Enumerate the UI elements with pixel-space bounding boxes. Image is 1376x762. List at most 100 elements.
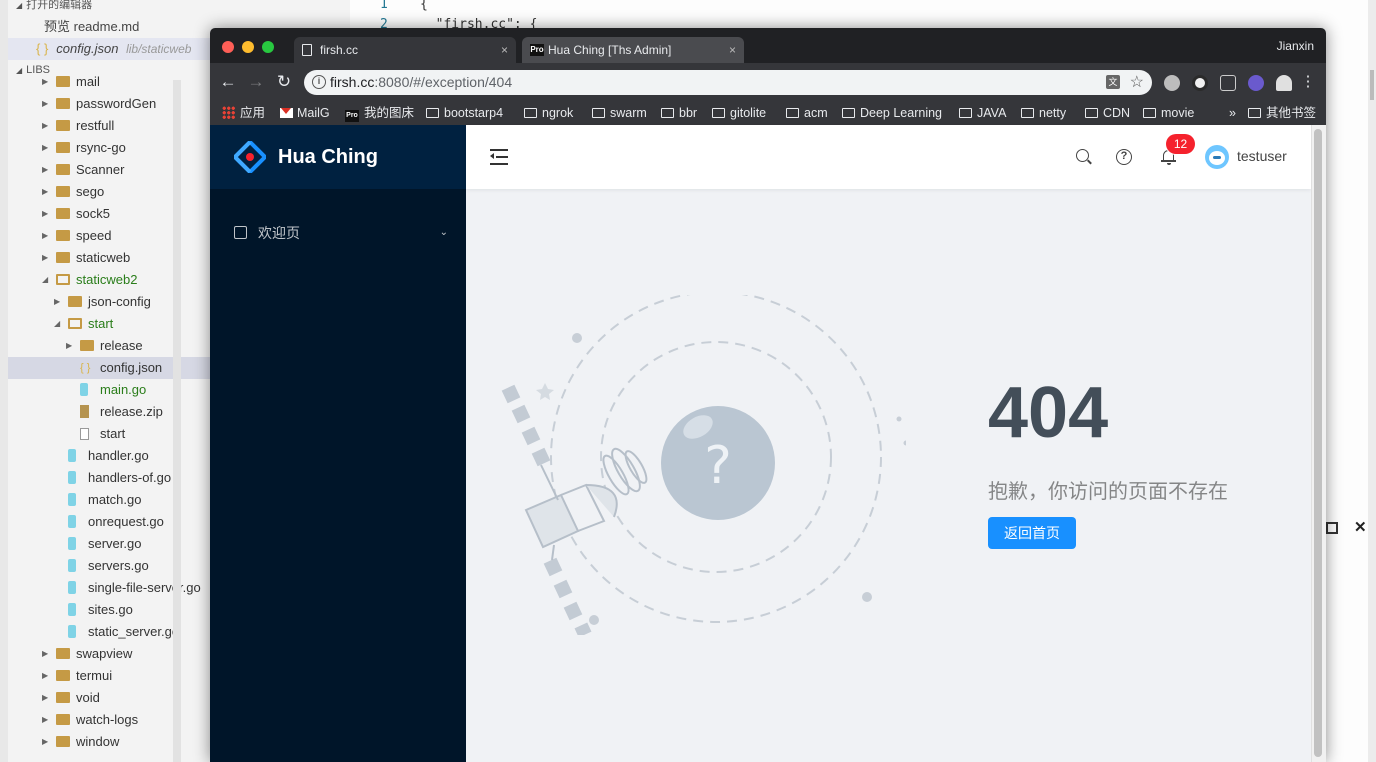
bookmark-folder[interactable]: acm [786,105,828,122]
url-text[interactable]: firsh.cc:8080/#/exception/404 [330,74,512,90]
chevron-right-icon[interactable]: ▶ [42,247,48,269]
chevron-right-icon[interactable]: ▶ [42,643,48,665]
bookmarks-more-icon[interactable]: » [1229,105,1236,122]
folder-icon [56,76,70,87]
tree-item-label: match.go [88,492,142,507]
profile-name[interactable]: Jianxin [1277,39,1314,53]
window-close-button[interactable] [222,41,234,53]
content-scrollbar-thumb[interactable] [1314,129,1322,757]
folder-icon [1021,108,1034,118]
folder-icon [56,142,70,153]
browser-titlebar: firsh.cc × Pro Hua Ching [Ths Admin] × J… [210,28,1326,63]
editor-scrollbar-thumb[interactable] [1370,70,1374,100]
search-icon[interactable] [1076,149,1089,162]
close-panel-icon[interactable]: ✕ [1354,518,1367,536]
bookmark-folder[interactable]: Deep Learning [842,105,942,122]
logo[interactable]: Hua Ching [210,125,466,189]
sidebar-item-welcome[interactable]: 欢迎页 ⌄ [210,213,466,253]
bookmark-apps[interactable]: 应用 [222,105,265,122]
window-minimize-button[interactable] [242,41,254,53]
bookmark-image-host[interactable]: Pro 我的图床 [345,105,414,122]
extension-glasses-icon[interactable] [1220,75,1236,91]
more-menu-icon[interactable]: ⋮ [1298,72,1318,92]
tree-item-label: config.json [100,360,163,375]
bookmark-folder[interactable]: ngrok [524,105,573,122]
activity-bar [0,0,8,762]
chevron-right-icon[interactable]: ▶ [42,137,48,159]
tab-firsh[interactable]: firsh.cc × [294,37,516,63]
folder-icon [56,98,70,109]
folder-icon [842,108,855,118]
tree-item-label: json-config [88,294,151,309]
translate-icon[interactable]: 文 [1106,75,1120,89]
chevron-right-icon[interactable]: ▶ [66,335,72,357]
bookmark-folder[interactable]: movie [1143,105,1194,122]
chevron-right-icon[interactable]: ▶ [42,665,48,687]
logo-icon [234,141,266,173]
explorer-scrollbar[interactable] [173,80,181,762]
go-file-icon [68,537,76,550]
chevron-right-icon[interactable]: ▶ [42,159,48,181]
forward-arrow-icon[interactable]: → [246,72,266,92]
panel-toggle-icon[interactable] [1326,522,1338,534]
menu-fold-icon[interactable] [490,147,510,167]
tab-close-icon[interactable]: × [729,37,736,63]
tab-hua-ching[interactable]: Pro Hua Ching [Ths Admin] × [522,37,744,63]
reload-icon[interactable]: ↻ [274,72,294,92]
chevron-right-icon[interactable]: ▶ [42,115,48,137]
back-home-button[interactable]: 返回首页 [988,517,1076,549]
chevron-down-icon[interactable]: ◢ [54,313,60,335]
window-maximize-button[interactable] [262,41,274,53]
tree-item-label: void [76,690,100,705]
chevron-right-icon[interactable]: ▶ [42,709,48,731]
address-bar[interactable]: i firsh.cc:8080/#/exception/404 文 ☆ [304,70,1152,95]
extension-purple-icon[interactable] [1248,75,1264,91]
bookmark-folder[interactable]: gitolite [712,105,766,122]
chevron-right-icon[interactable]: ▶ [42,93,48,115]
bookmark-star-icon[interactable]: ☆ [1130,72,1144,92]
tab-close-icon[interactable]: × [501,37,508,63]
tree-item-label: mail [76,74,100,89]
chevron-right-icon[interactable]: ▶ [42,203,48,225]
extension-grey-icon[interactable] [1164,75,1180,91]
extension-umbrella-icon[interactable] [1276,75,1292,91]
tree-item-label: server.go [88,536,142,551]
folder-open-icon [56,274,70,285]
chevron-down-icon[interactable]: ◢ [42,269,48,291]
bookmark-folder[interactable]: CDN [1085,105,1130,122]
back-arrow-icon[interactable]: ← [218,72,238,92]
bookmark-folder[interactable]: netty [1021,105,1066,122]
bookmark-folder[interactable]: bbr [661,105,697,122]
folder-icon [56,736,70,747]
extension-circle-icon[interactable] [1192,75,1208,91]
bookmark-other[interactable]: 其他书签 [1248,105,1316,122]
bookmark-folder[interactable]: bootstarp4 [426,105,503,122]
tree-item-label: staticweb2 [76,272,138,287]
editor-scrollbar[interactable] [1368,0,1376,762]
folder-icon [786,108,799,118]
chevron-right-icon[interactable]: ▶ [42,181,48,203]
pro-icon: Pro [345,110,359,122]
bookmark-folder[interactable]: JAVA [959,105,1006,122]
avatar[interactable] [1205,145,1229,169]
mail-icon [280,108,293,118]
bookmark-folder[interactable]: swarm [592,105,647,122]
chevron-right-icon[interactable]: ▶ [54,291,60,313]
tree-item-label: swapview [76,646,133,661]
username[interactable]: testuser [1237,148,1287,164]
json-file-icon: { } [80,362,91,374]
chevron-right-icon[interactable]: ▶ [42,687,48,709]
site-info-icon[interactable]: i [312,75,326,89]
go-file-icon [68,581,76,594]
chevron-right-icon[interactable]: ▶ [42,71,48,93]
exception-description: 抱歉，你访问的页面不存在 [988,481,1228,503]
folder-icon [524,108,537,118]
chevron-right-icon[interactable]: ▶ [42,225,48,247]
chevron-right-icon[interactable]: ▶ [42,731,48,753]
folder-icon [56,648,70,659]
code-line: { [420,0,428,12]
go-file-icon [68,493,76,506]
open-editors-header[interactable]: ◢ 打开的编辑器 [8,0,350,13]
bookmark-mailg[interactable]: MailG [280,105,330,122]
question-icon[interactable]: ? [1116,149,1132,165]
